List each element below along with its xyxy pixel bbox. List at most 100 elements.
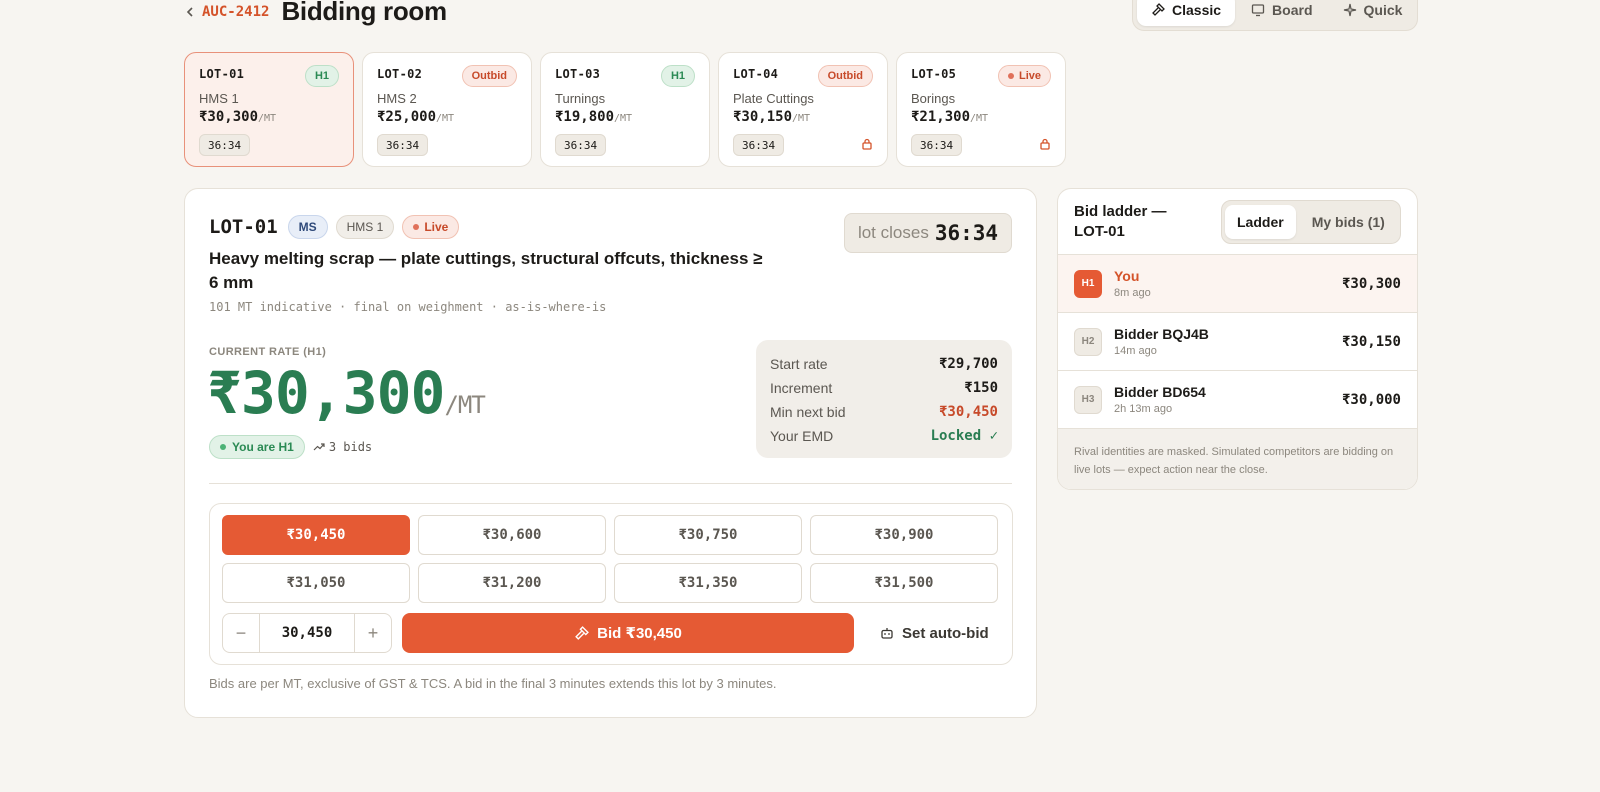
lot-header: LOT-01 MS HMS 1 Live — [209, 215, 460, 239]
grade-tag: HMS 1 — [335, 215, 395, 239]
lot-name: Borings — [911, 91, 956, 106]
lot-name: Plate Cuttings — [733, 91, 814, 106]
lot-card[interactable]: LOT-04 Outbid Plate Cuttings ₹30,150/MT … — [718, 52, 888, 167]
increment-button[interactable]: + — [355, 614, 391, 652]
live-tag: Live — [402, 215, 460, 239]
bid-option[interactable]: ₹31,200 — [418, 563, 606, 603]
status-dot-icon — [220, 444, 226, 450]
you-are-h1-badge: You are H1 — [209, 435, 305, 459]
status-badge: H1 — [660, 65, 695, 87]
stat-increment: Increment ₹150 — [770, 380, 998, 396]
tab-ladder[interactable]: Ladder — [1225, 204, 1296, 239]
page-header: AUC-2412 Bidding room — [184, 0, 447, 27]
bid-footnote: Bids are per MT, exclusive of GST & TCS.… — [209, 676, 777, 691]
lot-timer: 36:34 — [555, 134, 607, 156]
lot-price: ₹25,000/MT — [377, 109, 455, 125]
current-rate: ₹30,300/MT — [207, 359, 486, 427]
gavel-icon — [1152, 2, 1165, 16]
status-badge: Outbid — [461, 65, 517, 87]
lot-name: Turnings — [555, 91, 606, 106]
bid-time: 8m ago — [1114, 287, 1151, 299]
bid-time: 2h 13m ago — [1114, 403, 1173, 415]
mode-quick[interactable]: Quick — [1329, 0, 1417, 26]
bid-option[interactable]: ₹30,750 — [614, 515, 802, 555]
monitor-icon — [1251, 3, 1265, 16]
lot-id: LOT-01 — [209, 216, 278, 238]
stat-emd: Your EMD Locked ✓ — [770, 428, 998, 444]
stat-min-next-bid: Min next bid ₹30,450 — [770, 404, 998, 420]
rank-badge: H1 — [1074, 269, 1102, 298]
back-link[interactable]: AUC-2412 — [184, 4, 269, 20]
lock-icon — [862, 138, 872, 150]
bidder-name: Bidder BD654 — [1114, 384, 1206, 400]
lot-subtitle: 101 MT indicative · final on weighment ·… — [209, 300, 607, 314]
status-badge: Live — [997, 65, 1051, 87]
rate-stats-card: Start rate ₹29,700 Increment ₹150 Min next… — [756, 340, 1012, 458]
bid-option[interactable]: ₹31,350 — [614, 563, 802, 603]
lot-price: ₹30,300/MT — [199, 109, 277, 125]
closes-label: lot closes — [857, 223, 929, 242]
lot-name: HMS 1 — [199, 91, 239, 106]
bid-amount: ₹30,300 — [1341, 275, 1401, 292]
closes-time: 36:34 — [934, 221, 999, 245]
lot-card[interactable]: LOT-03 H1 Turnings ₹19,800/MT 36:34 — [540, 52, 710, 167]
robot-icon — [881, 628, 893, 639]
bid-amount: ₹30,000 — [1341, 391, 1401, 408]
mode-classic[interactable]: Classic — [1137, 0, 1236, 26]
ladder-row: H3 Bidder BD654 2h 13m ago ₹30,000 — [1058, 371, 1417, 429]
mode-quick-label: Quick — [1363, 1, 1403, 18]
trend-up-icon — [313, 443, 325, 451]
place-bid-button[interactable]: Bid ₹30,450 — [402, 613, 854, 653]
decrement-button[interactable]: − — [223, 614, 259, 652]
lot-description: Heavy melting scrap — plate cuttings, st… — [209, 249, 763, 292]
lot-strip: LOT-01 H1 HMS 1 ₹30,300/MT 36:34 LOT-02 … — [184, 52, 1066, 167]
bidder-name: Bidder BQJ4B — [1114, 326, 1209, 342]
lot-timer: 36:34 — [911, 134, 963, 156]
auto-bid-button[interactable]: Set auto-bid — [880, 625, 989, 642]
ladder-header: Bid ladder — LOT-01 Ladder My bids (1) — [1058, 189, 1417, 255]
chevron-left-icon — [186, 6, 193, 17]
bid-amount-input[interactable]: 30,450 — [259, 614, 355, 652]
mode-board[interactable]: Board — [1237, 0, 1326, 26]
view-mode-switcher: Classic Board Quick — [1132, 0, 1418, 31]
divider — [209, 483, 1012, 484]
ladder-row: H1 You 8m ago ₹30,300 — [1058, 255, 1417, 313]
ladder-note: Rival identities are masked. Simulated c… — [1058, 429, 1417, 489]
lot-closes-timer: lot closes 36:34 — [844, 213, 1012, 253]
bidder-name: You — [1114, 268, 1140, 284]
bid-option[interactable]: ₹30,900 — [810, 515, 998, 555]
lock-icon — [1040, 138, 1050, 150]
ladder-tabs: Ladder My bids (1) — [1221, 199, 1401, 244]
current-rate-label: CURRENT RATE (H1) — [209, 346, 327, 358]
rank-badge: H2 — [1074, 327, 1102, 356]
status-row: You are H1 3 bids — [209, 435, 372, 459]
lot-card[interactable]: LOT-01 H1 HMS 1 ₹30,300/MT 36:34 — [184, 52, 354, 167]
material-tag: MS — [287, 215, 328, 239]
sparkle-icon — [1343, 3, 1356, 16]
tab-my-bids[interactable]: My bids (1) — [1300, 205, 1397, 239]
bid-amount: ₹30,150 — [1341, 333, 1401, 350]
bidder-info: Bidder BQJ4B 14m ago — [1114, 326, 1342, 357]
bid-time: 14m ago — [1114, 345, 1157, 357]
lot-timer: 36:34 — [199, 134, 251, 156]
bid-option[interactable]: ₹30,450 — [222, 515, 410, 555]
lot-card[interactable]: LOT-05 Live Borings ₹21,300/MT 36:34 — [896, 52, 1066, 167]
lot-timer: 36:34 — [377, 134, 429, 156]
lot-card[interactable]: LOT-02 Outbid HMS 2 ₹25,000/MT 36:34 — [362, 52, 532, 167]
live-dot-icon — [1007, 73, 1014, 79]
bid-option[interactable]: ₹30,600 — [418, 515, 606, 555]
rank-badge: H3 — [1074, 385, 1102, 414]
status-badge: H1 — [304, 65, 339, 87]
bids-count: 3 bids — [313, 440, 372, 454]
auction-id: AUC-2412 — [202, 3, 270, 20]
bid-action-row: − 30,450 + Bid ₹30,450 Set auto-bid — [222, 613, 1000, 653]
mode-board-label: Board — [1272, 1, 1313, 18]
gavel-icon — [575, 625, 590, 640]
lot-price: ₹21,300/MT — [911, 109, 989, 125]
lot-price: ₹19,800/MT — [555, 109, 633, 125]
bid-option[interactable]: ₹31,500 — [810, 563, 998, 603]
ladder-title: Bid ladder — LOT-01 — [1074, 202, 1167, 240]
quick-bid-options: ₹30,450 ₹30,600 ₹30,750 ₹30,900 ₹31,050 … — [222, 515, 1000, 603]
bid-option[interactable]: ₹31,050 — [222, 563, 410, 603]
lot-price: ₹30,150/MT — [733, 109, 811, 125]
